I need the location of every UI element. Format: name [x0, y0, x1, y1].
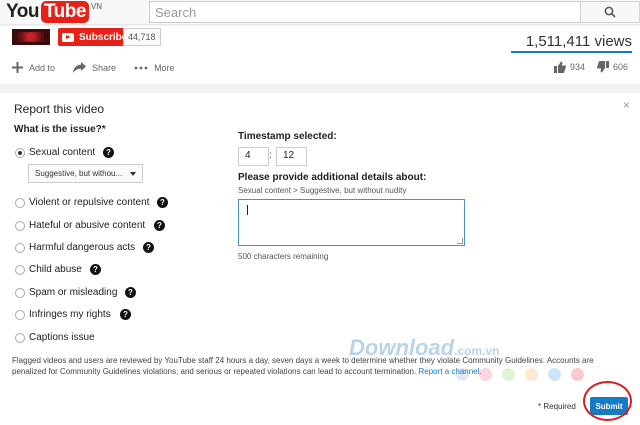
option-label: Violent or repulsive content	[29, 197, 150, 208]
subcategory-value: Suggestive, but withou...	[35, 169, 123, 178]
option-harmful[interactable]: Harmful dangerous acts ?	[15, 242, 154, 253]
add-to-button[interactable]: Add to	[12, 62, 55, 73]
radio-button[interactable]	[15, 220, 25, 231]
option-label: Harmful dangerous acts	[29, 242, 136, 253]
option-label: Captions issue	[29, 332, 95, 343]
issue-question: What is the issue?*	[14, 124, 106, 135]
like-button[interactable]: 934	[554, 61, 585, 73]
required-note: * Required	[538, 402, 576, 411]
top-bar: You Tube VN Search	[0, 0, 640, 25]
option-label: Sexual content	[29, 147, 96, 158]
more-label: More	[154, 62, 175, 73]
option-label: Spam or misleading	[29, 287, 118, 298]
close-icon[interactable]: ×	[623, 98, 630, 112]
search-input[interactable]: Search	[149, 1, 581, 23]
help-icon[interactable]: ?	[90, 264, 101, 275]
logo-you-text: You	[6, 1, 39, 22]
likes-ratio-bar	[511, 51, 632, 53]
help-icon[interactable]: ?	[157, 197, 168, 208]
youtube-logo[interactable]: You Tube VN	[6, 1, 102, 23]
chars-remaining: 500 characters remaining	[238, 252, 329, 261]
radio-button[interactable]	[15, 309, 25, 320]
option-violent[interactable]: Violent or repulsive content ?	[15, 197, 168, 208]
option-captions[interactable]: Captions issue	[15, 332, 95, 343]
more-button[interactable]: More	[134, 63, 175, 73]
thumbs-up-icon	[554, 61, 566, 73]
details-context: Sexual content > Suggestive, but without…	[238, 186, 407, 195]
help-icon[interactable]: ?	[103, 147, 114, 158]
radio-button-selected[interactable]	[15, 147, 25, 158]
video-info: Subscribe 44,718 1,511,411 views Add to …	[0, 26, 640, 84]
thumbs-down-icon	[597, 61, 610, 73]
radio-button[interactable]	[15, 242, 25, 253]
rating-bar: 934 606	[554, 61, 640, 73]
help-icon[interactable]: ?	[143, 242, 154, 253]
option-label: Child abuse	[29, 264, 82, 275]
plus-icon	[12, 62, 23, 73]
share-arrow-icon	[73, 62, 87, 73]
logo-tube-text: Tube	[40, 1, 89, 23]
add-to-label: Add to	[29, 62, 56, 73]
dislike-button[interactable]: 606	[597, 61, 628, 73]
view-count: 1,511,411 views	[525, 33, 632, 50]
timestamp-label: Timestamp selected:	[238, 131, 337, 142]
option-spam[interactable]: Spam or misleading ?	[15, 287, 136, 298]
subcategory-select[interactable]: Suggestive, but withou...	[28, 164, 143, 183]
dialog-title: Report this video	[14, 102, 105, 116]
option-sexual-content[interactable]: Sexual content ?	[15, 147, 114, 158]
report-channel-link[interactable]: Report a channel.	[418, 367, 481, 376]
timestamp-minutes-input[interactable]: 4	[238, 147, 269, 166]
review-notice: Flagged videos and users are reviewed by…	[12, 355, 612, 377]
text-cursor	[247, 205, 248, 215]
logo-region: VN	[90, 2, 103, 11]
magnifier-icon	[604, 6, 616, 18]
dislike-count: 606	[613, 62, 629, 72]
help-icon[interactable]: ?	[120, 309, 131, 320]
details-label: Please provide additional details about:	[238, 172, 427, 183]
highlight-circle	[583, 381, 632, 421]
option-label: Infringes my rights	[29, 309, 111, 320]
notice-text: Flagged videos and users are reviewed by…	[12, 356, 594, 376]
subscribe-label: Subscribe	[79, 31, 128, 43]
caret-down-icon	[130, 171, 136, 176]
option-infringes-rights[interactable]: Infringes my rights ?	[15, 309, 131, 320]
help-icon[interactable]: ?	[125, 287, 136, 298]
radio-button[interactable]	[15, 197, 25, 208]
more-dots-icon	[134, 66, 148, 69]
option-label: Hateful or abusive content	[29, 220, 146, 231]
option-child-abuse[interactable]: Child abuse ?	[15, 264, 101, 275]
like-count: 934	[570, 62, 586, 72]
radio-button[interactable]	[15, 287, 25, 298]
search-button[interactable]	[580, 1, 640, 23]
action-bar: Add to Share More	[12, 62, 193, 73]
share-button[interactable]: Share	[73, 62, 116, 73]
timestamp-seconds-input[interactable]: 12	[276, 147, 307, 166]
timestamp-separator: :	[269, 150, 272, 161]
subscriber-count: 44,718	[123, 28, 161, 46]
radio-button[interactable]	[15, 264, 25, 275]
details-textarea[interactable]	[238, 199, 465, 246]
channel-avatar[interactable]	[12, 29, 50, 45]
resize-handle[interactable]	[457, 238, 463, 244]
report-dialog: Report this video × What is the issue?* …	[0, 93, 640, 425]
option-hateful[interactable]: Hateful or abusive content ?	[15, 220, 165, 231]
radio-button[interactable]	[15, 332, 25, 343]
help-icon[interactable]: ?	[154, 220, 165, 231]
share-label: Share	[92, 62, 117, 73]
youtube-play-icon	[62, 32, 74, 42]
